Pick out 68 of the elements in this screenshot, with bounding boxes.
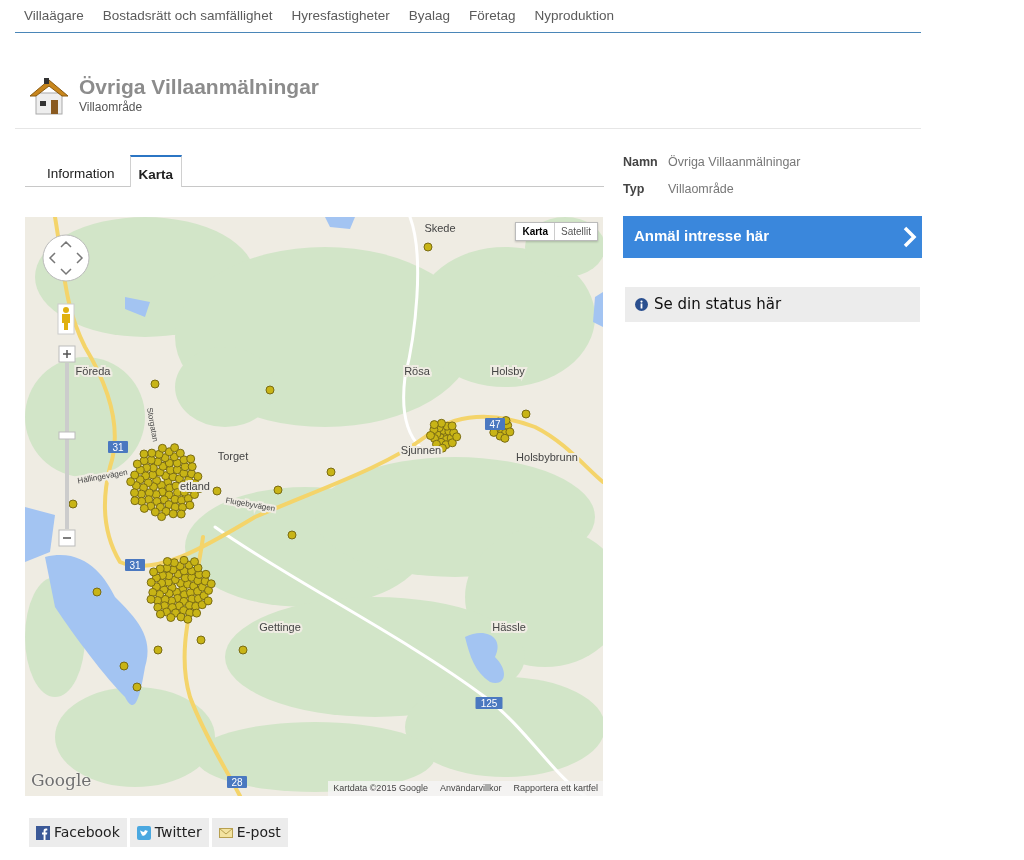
map-marker	[423, 242, 433, 252]
map-marker	[119, 661, 129, 671]
nav-link[interactable]: Nyproduktion	[534, 1, 615, 31]
attribution-link[interactable]: Rapportera ett kartfel	[513, 781, 598, 796]
detail-label: Typ	[623, 180, 646, 198]
attribution-text: Kartdata ©2015 Google	[333, 781, 428, 795]
person-icon	[57, 303, 75, 335]
nav-link[interactable]: Villaägare	[24, 1, 84, 31]
info-icon	[635, 297, 648, 311]
house-icon	[29, 76, 69, 115]
detail-value: Övriga Villaanmälningar	[668, 155, 801, 170]
map-marker	[521, 409, 531, 419]
lake	[465, 633, 505, 683]
map-marker	[265, 385, 275, 395]
lake	[325, 217, 355, 230]
page-subtitle: Villaområde	[79, 99, 144, 117]
detail-label: Namn	[623, 154, 659, 172]
map-marker	[150, 379, 160, 389]
map-marker	[326, 467, 336, 477]
map-logo: Google	[31, 768, 92, 792]
map-marker	[68, 499, 78, 509]
page-title: Övriga Villaanmälningar	[79, 75, 320, 99]
register-interest-button[interactable]: Anmäl intresse här	[623, 215, 922, 258]
nav-link[interactable]: Byalag	[408, 1, 450, 31]
tab[interactable]: Karta	[129, 155, 183, 188]
place-label: Rösa	[404, 365, 430, 378]
nav-link[interactable]: Hyresfastigheter	[291, 1, 390, 31]
road-number-sign: 28	[227, 776, 247, 789]
map-type-button[interactable]: Karta	[516, 223, 555, 241]
place-label: Torget	[217, 450, 249, 463]
map-marker	[153, 645, 163, 655]
place-label: Skede	[424, 222, 456, 235]
map-marker	[238, 645, 248, 655]
nav-link[interactable]: Bostadsrätt och samfällighet	[102, 1, 273, 31]
status-link[interactable]: Se din status här	[625, 286, 920, 322]
zoom-out-button[interactable]	[58, 529, 76, 547]
pan-control[interactable]	[42, 234, 90, 282]
envelope-icon	[218, 827, 233, 838]
lake	[125, 297, 150, 318]
map-marker	[287, 530, 297, 540]
map-marker	[92, 587, 102, 597]
place-label: Holsby	[491, 365, 525, 378]
lake	[593, 292, 603, 328]
road-number-sign: 125	[475, 697, 503, 710]
share-button[interactable]: E-post	[211, 818, 288, 848]
road-number-sign: 31	[108, 441, 128, 454]
map-marker	[132, 682, 142, 692]
place-label: Hässle	[492, 621, 526, 634]
zoom-slider-handle[interactable]	[58, 431, 76, 440]
detail-value: Villaområde	[668, 181, 734, 196]
nav-link[interactable]: Företag	[468, 1, 516, 31]
facebook-icon	[36, 825, 50, 840]
map-type-button[interactable]: Satellit	[555, 223, 597, 241]
share-button[interactable]: Twitter	[129, 818, 209, 848]
map-marker	[196, 635, 206, 645]
road-number-sign: 31	[125, 559, 145, 572]
road-number-sign: 47	[485, 418, 505, 431]
marker-cluster	[146, 555, 216, 624]
place-label: Gettinge	[259, 621, 301, 634]
street-label: Storgatan	[145, 406, 160, 443]
map-marker	[273, 485, 283, 495]
map-marker	[212, 486, 222, 496]
share-button[interactable]: Facebook	[29, 818, 127, 848]
attribution-link[interactable]: Användarvillkor	[439, 781, 502, 796]
tab[interactable]: Information	[25, 156, 130, 187]
bird-icon	[136, 825, 151, 840]
zoom-in-button[interactable]	[58, 345, 76, 363]
chevron-right-icon	[903, 225, 917, 248]
